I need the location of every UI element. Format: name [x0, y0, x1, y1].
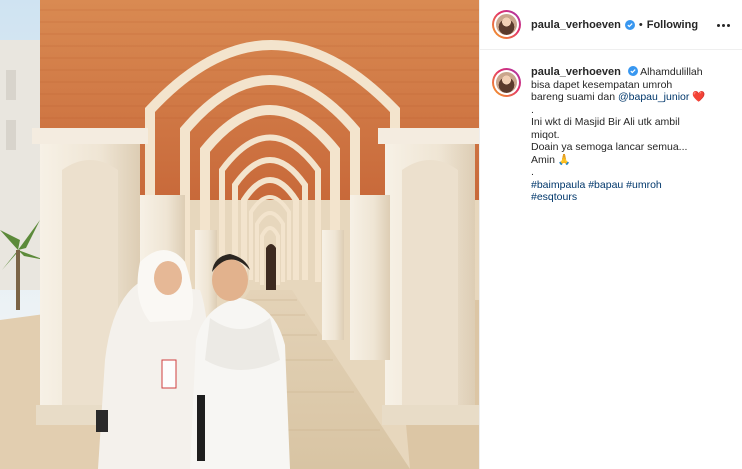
user-avatar[interactable]: [492, 10, 521, 39]
verified-badge-icon: [624, 19, 635, 30]
post-photo[interactable]: [0, 0, 479, 469]
caption-line: Alhamdulillah: [640, 66, 703, 78]
caption-body: paula_verhoeven Alhamdulillah bisa dapet…: [531, 66, 729, 204]
following-button[interactable]: Following: [647, 19, 698, 31]
heart-emoji-icon: ❤️: [692, 91, 706, 103]
caption-line: bareng suami dan: [531, 91, 616, 103]
caption-line: miqot.: [531, 128, 560, 141]
pray-emoji-icon: 🙏: [557, 153, 571, 166]
hashtag-line[interactable]: #esqtours: [531, 191, 729, 204]
post-caption: paula_verhoeven Alhamdulillah bisa dapet…: [492, 66, 732, 204]
hashtag-line[interactable]: #baimpaula #bapau #umroh: [531, 179, 729, 192]
mention-link[interactable]: @bapau_junior: [618, 91, 689, 103]
mosque-corridor-photo: [0, 0, 479, 469]
caption-username[interactable]: paula_verhoeven: [531, 66, 621, 78]
post-sidebar: paula_verhoeven • Following paula_verhoe…: [479, 0, 742, 469]
caption-line: bisa dapet kesempatan umroh: [531, 78, 673, 91]
header-separator: •: [638, 18, 643, 31]
instagram-post: paula_verhoeven • Following paula_verhoe…: [0, 0, 742, 469]
verified-badge-icon: [627, 66, 638, 76]
caption-line: Doain ya semoga lancar semua...: [531, 141, 688, 153]
post-header: paula_verhoeven • Following: [480, 0, 742, 50]
caption-line: Ini wkt di Masjid Bir Ali utk ambil: [531, 116, 680, 128]
more-options-icon[interactable]: [716, 18, 730, 32]
caption-line: Amin: [531, 153, 555, 166]
header-username[interactable]: paula_verhoeven: [531, 19, 621, 31]
caption-line: .: [531, 166, 534, 178]
caption-avatar[interactable]: [492, 68, 521, 97]
caption-line: .: [531, 103, 534, 116]
